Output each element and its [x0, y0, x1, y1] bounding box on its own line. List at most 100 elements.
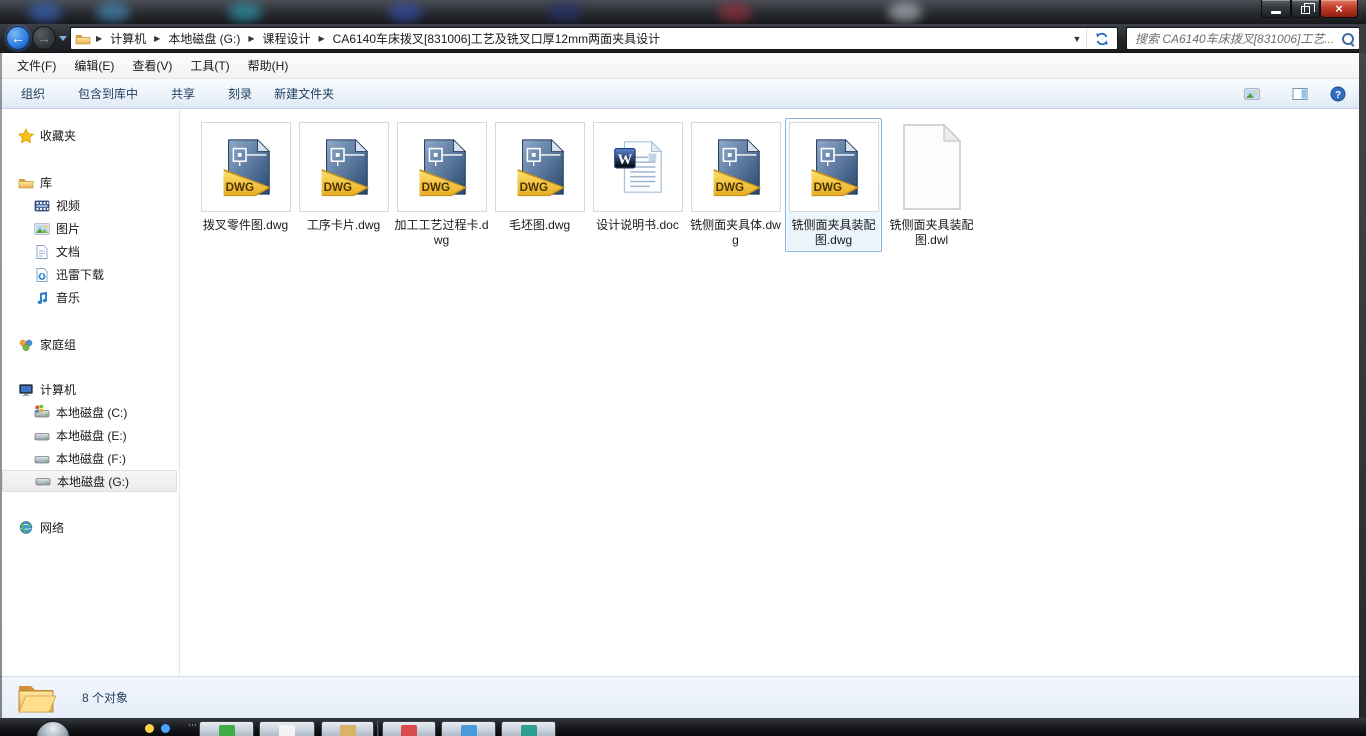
taskbar-app-button[interactable]: [501, 721, 556, 736]
menu-view[interactable]: 查看(V): [123, 54, 181, 77]
sidebar-item-pictures[interactable]: 图片: [0, 217, 179, 240]
taskbar-overflow-dots: ⋯: [188, 720, 198, 730]
app-icon: [218, 725, 235, 736]
breadcrumb-item-computer[interactable]: 计算机: [103, 28, 153, 49]
dwg-file-icon: [411, 136, 473, 198]
search-box: [1126, 27, 1360, 50]
file-name: 毛坯图.dwg: [508, 218, 571, 232]
file-tile[interactable]: 铣侧面夹具体.dwg: [687, 118, 784, 252]
thumbnail-frame: [886, 122, 977, 212]
file-tile[interactable]: 毛坯图.dwg: [491, 118, 588, 237]
back-button[interactable]: ←: [6, 26, 30, 50]
doc-file-icon: [607, 136, 669, 198]
desktop-glass-blob: [718, 2, 752, 22]
window-controls: ×: [1261, 0, 1358, 18]
sidebar-label: 家庭组: [40, 338, 77, 352]
sidebar-item-thunder-download[interactable]: 迅雷下载: [0, 263, 179, 286]
sidebar-item-music[interactable]: 音乐: [0, 286, 179, 309]
taskbar-app-button[interactable]: [382, 721, 436, 736]
network-icon: [18, 520, 34, 536]
sidebar-label: 网络: [40, 521, 65, 535]
file-tile[interactable]: 设计说明书.doc: [589, 118, 686, 237]
status-bar: 8 个对象: [0, 676, 1366, 718]
sidebar-label: 文档: [56, 245, 81, 259]
sidebar-item-drive-f[interactable]: 本地磁盘 (F:): [0, 447, 179, 470]
drive-icon: [34, 428, 50, 444]
search-input[interactable]: [1135, 31, 1341, 46]
menu-edit[interactable]: 编辑(E): [65, 54, 123, 77]
file-name: 铣侧面夹具体.dwg: [690, 218, 781, 247]
file-tile[interactable]: 铣侧面夹具装配图.dwl: [883, 118, 980, 252]
change-view-button[interactable]: [1240, 83, 1274, 105]
menu-help[interactable]: 帮助(H): [239, 54, 298, 77]
thumbnail-frame: [592, 122, 683, 212]
taskbar-app-button[interactable]: [441, 721, 496, 736]
taskbar: ⋯: [0, 718, 1366, 736]
sidebar-item-drive-e[interactable]: 本地磁盘 (E:): [0, 424, 179, 447]
address-bar[interactable]: ▶ 计算机 ▶ 本地磁盘 (G:) ▶ 课程设计 ▶ CA6140车床拨叉[83…: [70, 27, 1118, 50]
breadcrumb-item-course-design[interactable]: 课程设计: [255, 28, 317, 49]
start-button[interactable]: [36, 721, 70, 736]
thumbnail-frame: [494, 122, 585, 212]
sidebar-item-documents[interactable]: 文档: [0, 240, 179, 263]
desktop-glass-blob: [548, 2, 582, 22]
menu-file[interactable]: 文件(F): [8, 54, 65, 77]
menu-tools[interactable]: 工具(T): [181, 54, 238, 77]
dwg-file-icon: [509, 136, 571, 198]
burn-button[interactable]: 刻录: [217, 81, 263, 106]
share-button[interactable]: 共享: [160, 81, 217, 106]
sidebar-item-network[interactable]: 网络: [0, 516, 179, 539]
new-folder-button[interactable]: 新建文件夹: [263, 81, 345, 106]
file-tile-selected[interactable]: 铣侧面夹具装配图.dwg: [785, 118, 882, 252]
history-dropdown-icon[interactable]: [59, 36, 67, 41]
sidebar-item-drive-g[interactable]: 本地磁盘 (G:): [2, 470, 177, 492]
file-tile[interactable]: 拨叉零件图.dwg: [197, 118, 294, 237]
taskbar-app-button[interactable]: [199, 721, 254, 736]
refresh-button[interactable]: [1087, 28, 1117, 49]
sidebar-item-favorites[interactable]: 收藏夹: [0, 124, 179, 147]
preview-pane-button[interactable]: [1288, 83, 1312, 105]
sidebar-label: 本地磁盘 (C:): [56, 406, 128, 420]
window-titlebar: ×: [0, 0, 1366, 24]
desktop-glass-blob: [228, 2, 262, 22]
forward-button[interactable]: →: [32, 26, 56, 50]
file-list: 拨叉零件图.dwg 工序卡片.dwg 加工工艺过程卡.dwg 毛坯图.dwg 设…: [181, 109, 1366, 676]
sidebar-label: 本地磁盘 (F:): [56, 452, 126, 466]
sidebar-label: 视频: [56, 199, 81, 213]
breadcrumb-item-current-folder[interactable]: CA6140车床拨叉[831006]工艺及铣叉口厚12mm两面夹具设计: [326, 28, 667, 49]
breadcrumb-separator-icon: ▶: [318, 34, 325, 43]
sidebar-label: 收藏夹: [40, 129, 77, 143]
sidebar-label: 库: [40, 176, 53, 190]
new-folder-label: 新建文件夹: [274, 87, 335, 101]
music-note-icon: [34, 290, 50, 306]
thumbnail-frame: [396, 122, 487, 212]
restore-button[interactable]: [1291, 0, 1320, 18]
minimize-button[interactable]: [1261, 0, 1291, 18]
taskbar-app-button[interactable]: [259, 721, 315, 736]
sidebar-item-drive-c[interactable]: 本地磁盘 (C:): [0, 401, 179, 424]
dwg-file-icon: [803, 136, 865, 198]
refresh-icon: [1094, 31, 1110, 47]
file-tile[interactable]: 工序卡片.dwg: [295, 118, 392, 237]
close-button[interactable]: ×: [1320, 0, 1358, 18]
pinned-app-icon[interactable]: [161, 724, 170, 733]
folder-icon: [16, 678, 56, 718]
minimize-icon: [1271, 11, 1281, 14]
organize-button[interactable]: 组织: [10, 81, 67, 106]
thumbnail-frame: [788, 122, 879, 212]
sidebar-item-computer[interactable]: 计算机: [0, 378, 179, 401]
breadcrumb-item-drive-g[interactable]: 本地磁盘 (G:): [161, 28, 247, 49]
item-count: 8 个对象: [82, 691, 129, 705]
file-tile[interactable]: 加工工艺过程卡.dwg: [393, 118, 490, 252]
taskbar-app-button[interactable]: [321, 721, 374, 736]
include-in-library-button[interactable]: 包含到库中: [67, 81, 160, 106]
sidebar-item-libraries[interactable]: 库: [0, 171, 179, 194]
organize-label: 组织: [21, 87, 46, 101]
help-button[interactable]: ?: [1326, 83, 1350, 105]
preview-pane-icon: [1292, 86, 1308, 102]
sidebar-item-homegroup[interactable]: 家庭组: [0, 333, 179, 356]
file-name: 铣侧面夹具装配图.dwl: [889, 218, 974, 247]
address-dropdown-icon[interactable]: ▼: [1068, 34, 1086, 44]
pinned-app-icon[interactable]: [145, 724, 154, 733]
sidebar-item-videos[interactable]: 视频: [0, 194, 179, 217]
